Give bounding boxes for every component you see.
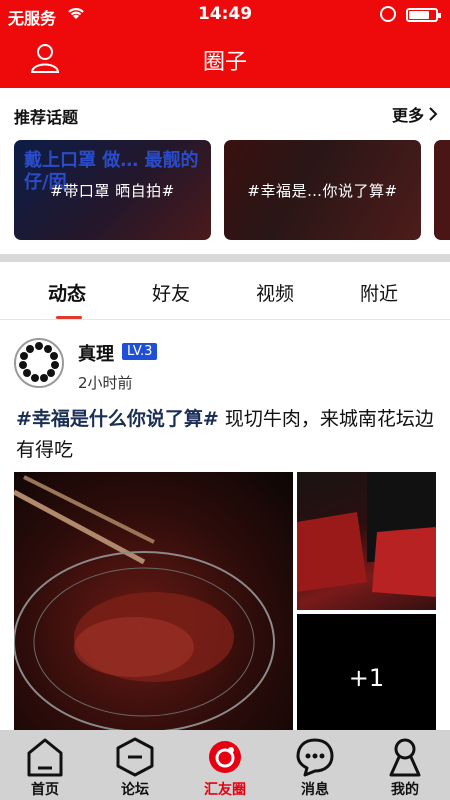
- bottom-nav: 首页 论坛 汇友圈 消息 我的: [0, 730, 450, 800]
- nav-home[interactable]: 首页: [0, 730, 90, 800]
- feed-tabs: 动态 好友 视频 附近: [0, 262, 450, 320]
- app-header: 圈子: [0, 30, 450, 88]
- battery-icon: [406, 8, 441, 22]
- tab-nearby[interactable]: 附近: [360, 279, 398, 306]
- nav-profile[interactable]: 我的: [360, 730, 450, 800]
- nav-messages[interactable]: 消息: [270, 730, 360, 800]
- nav-forum[interactable]: 论坛: [90, 730, 180, 800]
- topic-card-mask-selfie[interactable]: 戴上口罩 做… 最靓的仔/囡 #带口罩 晒自拍#: [14, 140, 211, 240]
- feed-post: 真理 LV.3 2小时前 #幸福是什么你说了算# 现切牛肉，来城南花坛边有得吃 …: [0, 320, 450, 730]
- nav-circle[interactable]: 汇友圈: [180, 730, 270, 800]
- topic-card-happiness[interactable]: #幸福是…你说了算#: [224, 140, 421, 240]
- post-image-2[interactable]: [297, 472, 436, 610]
- post-time: 2小时前: [78, 374, 133, 392]
- active-tab-indicator: [56, 316, 82, 319]
- post-image-main[interactable]: [14, 472, 293, 730]
- nav-profile-label: 我的: [391, 782, 419, 798]
- post-hashtag[interactable]: #幸福是什么你说了算#: [16, 408, 219, 430]
- topic-card-label: #幸福是…你说了算#: [247, 182, 398, 200]
- post-image-more[interactable]: +1: [297, 614, 436, 730]
- page-title: 圈子: [202, 50, 247, 75]
- circle-icon: [205, 737, 245, 777]
- nav-circle-label: 汇友圈: [204, 782, 246, 798]
- tab-feed[interactable]: 动态: [48, 279, 86, 306]
- nav-home-label: 首页: [31, 782, 59, 798]
- avatar[interactable]: [14, 338, 64, 388]
- level-badge: LV.3: [122, 343, 158, 360]
- nav-forum-label: 论坛: [121, 782, 149, 798]
- status-bar: 无服务 14:49: [0, 0, 450, 30]
- post-text[interactable]: #幸福是什么你说了算# 现切牛肉，来城南花坛边有得吃: [16, 404, 436, 466]
- tab-friends[interactable]: 好友: [152, 279, 190, 306]
- nav-messages-label: 消息: [301, 782, 329, 798]
- post-author[interactable]: 真理: [78, 340, 114, 366]
- rotation-lock-icon: [380, 6, 396, 22]
- more-label: 更多: [391, 106, 424, 125]
- more-images-count: +1: [348, 664, 385, 692]
- topic-card-partial[interactable]: [434, 140, 450, 240]
- more-topics-link[interactable]: 更多: [392, 102, 438, 126]
- topics-section-title: 推荐话题: [14, 108, 79, 127]
- tab-videos[interactable]: 视频: [256, 279, 294, 306]
- section-divider: [0, 254, 450, 262]
- profile-icon: [385, 737, 425, 777]
- forum-icon: [115, 737, 155, 777]
- message-icon: [295, 737, 335, 777]
- topic-card-label: #带口罩 晒自拍#: [50, 182, 175, 200]
- recommended-topics: 推荐话题 更多 戴上口罩 做… 最靓的仔/囡 #带口罩 晒自拍# #幸福是…你说…: [0, 88, 450, 254]
- chevron-right-icon: [429, 107, 438, 121]
- home-icon: [25, 737, 65, 777]
